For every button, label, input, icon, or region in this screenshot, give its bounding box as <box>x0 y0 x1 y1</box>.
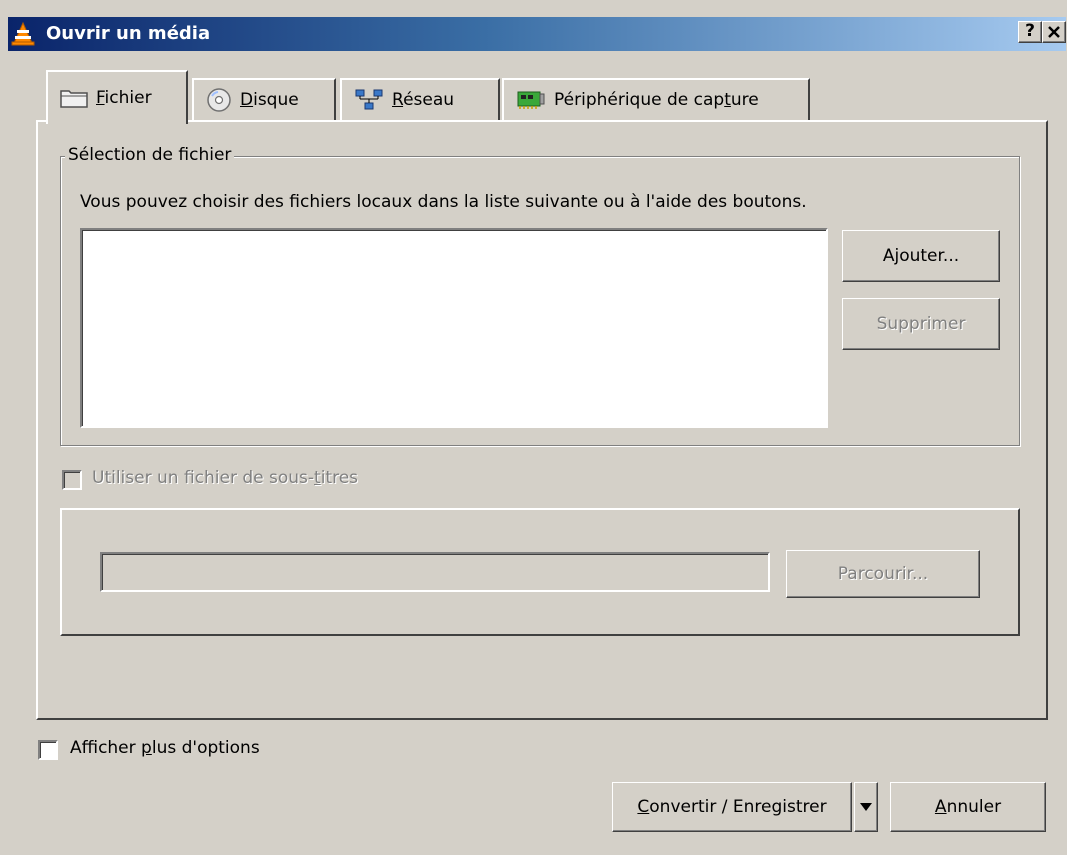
convert-save-label: Convertir / Enregistrer <box>637 797 827 817</box>
network-icon <box>355 89 383 110</box>
tab-reseau[interactable]: Réseau <box>340 78 500 120</box>
file-selection-title: Sélection de fichier <box>65 145 235 165</box>
tab-disque[interactable]: Disque <box>192 78 336 120</box>
file-selection-help-text: Vous pouvez choisir des fichiers locaux … <box>80 192 807 212</box>
window-title: Ouvrir un média <box>46 23 211 44</box>
tab-capture-label: Périphérique de capture <box>554 90 759 110</box>
file-list[interactable] <box>80 228 828 428</box>
cancel-button[interactable]: Annuler <box>890 782 1046 832</box>
disc-icon <box>207 88 231 112</box>
title-bar[interactable]: Ouvrir un média ? <box>8 17 1066 51</box>
open-media-dialog: Ouvrir un média ? Fichier Disque Réseau … <box>0 0 1067 855</box>
subtitle-checkbox-label: Utiliser un fichier de sous-titres <box>92 468 359 488</box>
convert-dropdown-button[interactable] <box>854 782 878 832</box>
folder-icon <box>60 90 88 108</box>
remove-file-button[interactable]: Supprimer <box>842 298 1000 350</box>
tab-fichier[interactable]: Fichier <box>46 70 188 124</box>
more-options-checkbox[interactable] <box>38 740 58 760</box>
cancel-label: Annuler <box>934 797 1002 817</box>
dropdown-arrow-icon <box>860 803 872 811</box>
tab-reseau-label: Réseau <box>392 90 455 110</box>
subtitle-path-input[interactable] <box>100 552 770 592</box>
capture-card-icon <box>517 91 545 109</box>
add-file-button[interactable]: Ajouter... <box>842 230 1000 282</box>
more-options-label: Afficher plus d'options <box>70 738 260 758</box>
close-icon <box>1048 26 1060 38</box>
tab-fichier-label: Fichier <box>96 88 152 108</box>
tab-capture[interactable]: Périphérique de capture <box>502 78 810 120</box>
close-button[interactable] <box>1042 21 1066 43</box>
convert-save-button[interactable]: Convertir / Enregistrer <box>612 782 852 832</box>
subtitle-checkbox[interactable] <box>62 470 82 490</box>
browse-button[interactable]: Parcourir... <box>786 550 980 598</box>
vlc-cone-icon <box>11 21 35 46</box>
help-button[interactable]: ? <box>1018 21 1042 43</box>
tab-disque-label: Disque <box>240 90 299 110</box>
